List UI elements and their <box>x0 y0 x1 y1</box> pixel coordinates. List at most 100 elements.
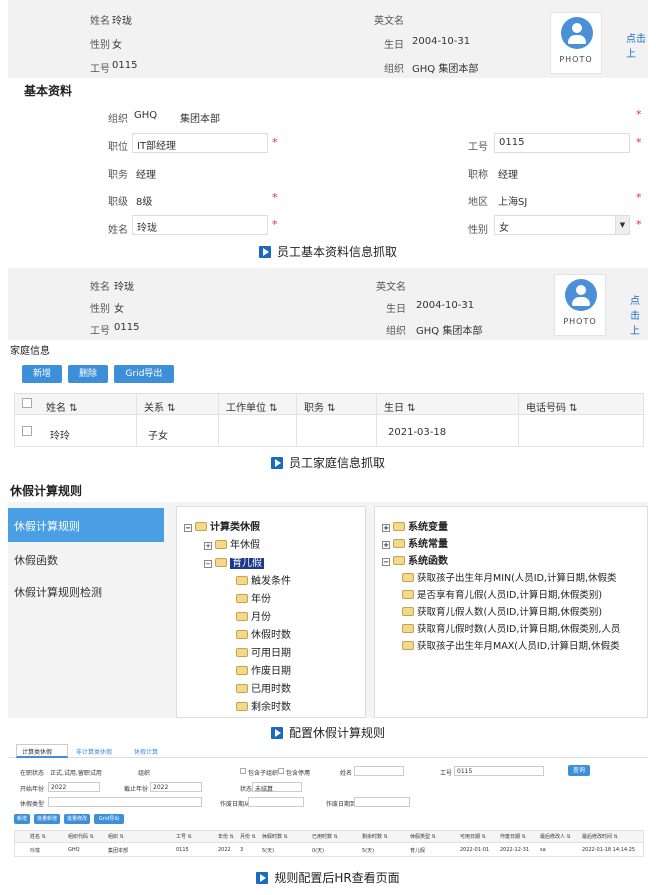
column-header[interactable]: 关系 ⇅ <box>144 399 176 414</box>
void-to-input[interactable] <box>354 797 410 807</box>
select-all-checkbox[interactable] <box>22 398 32 408</box>
empno-filter-input[interactable]: 0115 <box>454 766 544 776</box>
tree-root-calc-leave[interactable]: − 计算类休假 <box>184 518 260 533</box>
tree-function[interactable]: 获取孩子出生年月MAX(人员ID,计算日期,休假类 <box>402 638 620 652</box>
name-label: 姓名 <box>90 282 110 293</box>
tree-node-parental-leave[interactable]: − 育儿假 <box>204 554 264 569</box>
chevron-down-icon[interactable]: ▼ <box>615 216 629 234</box>
toolbar-button[interactable]: 批量修改 <box>64 814 90 824</box>
birth-label: 生日 <box>386 304 406 315</box>
column-header[interactable]: 工号 ⇅ <box>176 833 192 840</box>
column-header[interactable]: 工作单位 ⇅ <box>226 399 278 414</box>
upload-photo-link[interactable]: 点击上 <box>630 292 648 337</box>
column-header[interactable]: 年份 ⇅ <box>218 833 234 840</box>
field-icon <box>236 702 248 711</box>
column-header[interactable]: 组织代码 ⇅ <box>68 833 94 840</box>
column-header[interactable]: 组织 ⇅ <box>108 833 124 840</box>
tree-field[interactable]: 休假时数 <box>236 626 291 641</box>
column-header[interactable]: 姓名 ⇅ <box>30 833 46 840</box>
tab-calc-leave[interactable]: 计算类休假 <box>22 747 52 756</box>
column-header[interactable]: 可用日期 ⇅ <box>460 833 486 840</box>
menu-item-leave-functions[interactable]: 休假函数 <box>14 552 58 568</box>
toolbar-button[interactable]: 新增 <box>14 814 30 824</box>
tab-noncalc-leave[interactable]: 非计算类休假 <box>76 747 112 756</box>
column-header[interactable]: 作废日期 ⇅ <box>500 833 526 840</box>
field-icon <box>236 576 248 585</box>
tree-system-node[interactable]: − 系统函数 <box>382 552 448 567</box>
tree-field[interactable]: 已用时数 <box>236 680 291 695</box>
upload-photo-link[interactable]: 点击上 <box>626 30 648 60</box>
tree-field[interactable]: 触发条件 <box>236 572 291 587</box>
filter-empno-label: 工号 <box>440 770 453 777</box>
menu-item-leave-rules[interactable]: 休假计算规则 <box>14 518 80 534</box>
gender-select[interactable]: 女 ▼ <box>494 215 630 235</box>
state-select[interactable]: 未结算 <box>252 782 302 793</box>
name-filter-input[interactable] <box>354 766 404 776</box>
collapse-icon[interactable]: − <box>184 524 192 532</box>
include-disabled-checkbox[interactable] <box>278 768 284 774</box>
tree-system-node[interactable]: + 系统常量 <box>382 535 448 550</box>
add-button[interactable]: 新增 <box>22 365 62 383</box>
tree-field[interactable]: 月份 <box>236 608 271 623</box>
toolbar-button[interactable]: 批量新增 <box>34 814 60 824</box>
tab-leave-calc[interactable]: 休假计算 <box>134 747 158 756</box>
table-cell: 2022 <box>218 847 231 853</box>
filter-status-value[interactable]: 正式,试用,留职试用 <box>50 768 102 777</box>
row-checkbox[interactable] <box>22 426 32 436</box>
menu-item-leave-rule-check[interactable]: 休假计算规则检测 <box>14 584 102 600</box>
search-icon[interactable]: ⌕ <box>306 768 309 776</box>
include-suborg-checkbox[interactable] <box>240 768 246 774</box>
column-header[interactable]: 休假时数 ⇅ <box>262 833 288 840</box>
column-header[interactable]: 电话号码 ⇅ <box>526 399 578 414</box>
column-header[interactable]: 月份 ⇅ <box>240 833 256 840</box>
tree-function[interactable]: 获取孩子出生年月MIN(人员ID,计算日期,休假类 <box>402 570 616 584</box>
tree-function[interactable]: 获取育儿假人数(人员ID,计算日期,休假类别) <box>402 604 602 618</box>
delete-button[interactable]: 删除 <box>68 365 108 383</box>
tree-function[interactable]: 是否享有育儿假(人员ID,计算日期,休假类别) <box>402 587 602 601</box>
toolbar-button[interactable]: Grid导出 <box>94 814 124 824</box>
column-header[interactable]: 已用时数 ⇅ <box>312 833 338 840</box>
column-header[interactable]: 姓名 ⇅ <box>46 399 78 414</box>
tree-node-annual-leave[interactable]: + 年休假 <box>204 536 260 551</box>
column-header[interactable]: 生日 ⇅ <box>384 399 416 414</box>
position-input[interactable]: IT部经理 <box>132 133 268 153</box>
caption-2-text: 员工家庭信息抓取 <box>288 456 385 470</box>
photo-box[interactable]: PHOTO <box>550 12 602 74</box>
function-icon <box>402 607 414 616</box>
leave-type-select[interactable] <box>48 797 202 807</box>
play-icon <box>258 246 271 258</box>
endyear-select[interactable]: 2022 <box>150 782 202 792</box>
empno-input[interactable]: 0115 <box>494 133 630 153</box>
void-from-input[interactable] <box>248 797 304 807</box>
tree-field[interactable]: 作废日期 <box>236 662 291 677</box>
column-header[interactable]: 最后修改时间 ⇅ <box>582 833 618 840</box>
table-cell: 5(天) <box>262 848 275 854</box>
column-header[interactable]: 剩余时数 ⇅ <box>362 833 388 840</box>
collapse-icon[interactable]: − <box>204 560 212 568</box>
startyear-select[interactable]: 2022 <box>48 782 100 792</box>
query-button[interactable]: 查询 <box>568 765 590 776</box>
expand-icon[interactable]: + <box>382 541 390 549</box>
tree-field[interactable]: 年份 <box>236 590 271 605</box>
column-header[interactable]: 休假类型 ⇅ <box>410 833 436 840</box>
photo-box[interactable]: PHOTO <box>554 274 606 336</box>
org-label: 组织 <box>386 326 406 337</box>
collapse-icon[interactable]: − <box>382 558 390 566</box>
tree-field[interactable]: 休假类型 <box>236 716 291 718</box>
field-icon <box>236 648 248 657</box>
column-header[interactable]: 职务 ⇅ <box>304 399 336 414</box>
name-input[interactable]: 玲珑 <box>132 215 268 235</box>
id-value: 0115 <box>112 60 138 71</box>
tree-field[interactable]: 剩余时数 <box>236 698 291 713</box>
tree-system-node[interactable]: + 系统变量 <box>382 518 448 533</box>
expand-icon[interactable]: + <box>204 542 212 550</box>
table-row[interactable] <box>14 415 644 447</box>
grid-export-button[interactable]: Grid导出 <box>114 365 174 383</box>
tree-function[interactable]: 获取育儿假时数(人员ID,计算日期,休假类别,人员 <box>402 621 620 635</box>
tree-field[interactable]: 可用日期 <box>236 644 291 659</box>
filter-name-label: 姓名 <box>340 770 353 777</box>
table-cell: 子女 <box>148 431 168 442</box>
expand-icon[interactable]: + <box>382 524 390 532</box>
basic-org-code: GHQ <box>134 110 158 121</box>
column-header[interactable]: 最后修改人 ⇅ <box>540 833 571 840</box>
